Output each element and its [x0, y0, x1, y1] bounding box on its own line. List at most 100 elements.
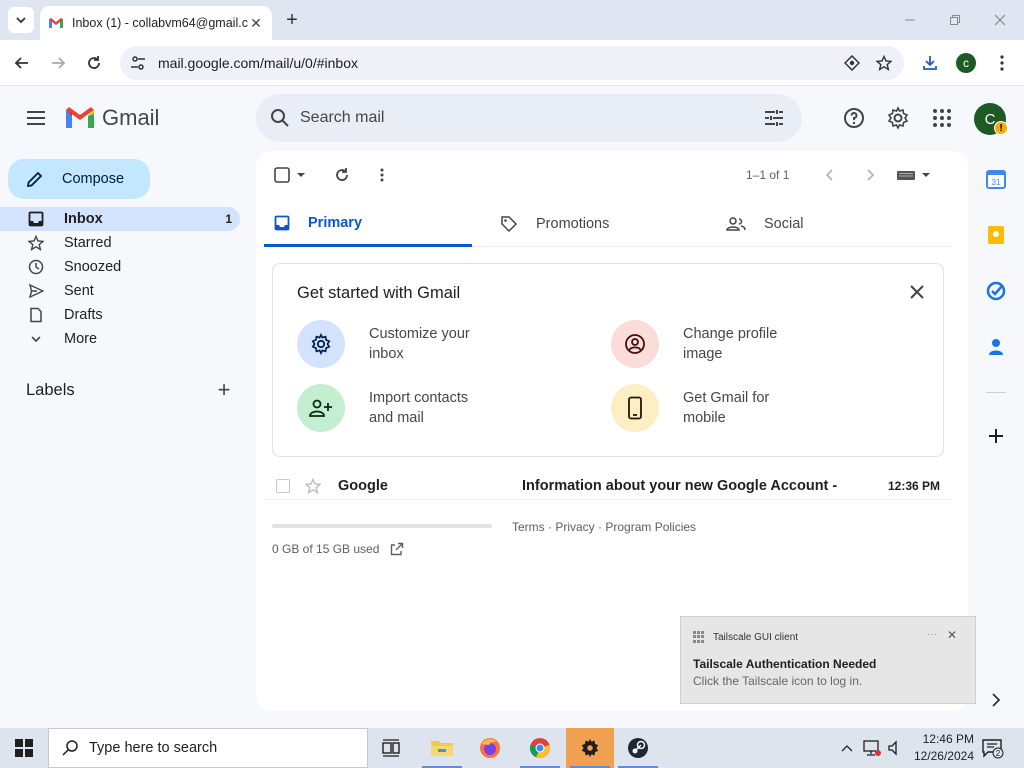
browser-toolbar: mail.google.com/mail/u/0/#inbox: [0, 40, 1024, 86]
chrome-app[interactable]: [516, 728, 564, 768]
input-tools-button[interactable]: [896, 165, 934, 185]
chevron-down-icon: [26, 329, 46, 349]
nav-item-sent[interactable]: Sent: [0, 279, 240, 303]
account-warning-badge: !: [994, 121, 1008, 135]
restore-button[interactable]: [943, 8, 967, 32]
chrome-profile-avatar[interactable]: c: [956, 53, 976, 73]
more-actions-button[interactable]: [372, 165, 392, 185]
tab-promotions[interactable]: Promotions: [490, 201, 698, 247]
settings-gear-icon[interactable]: [886, 106, 910, 130]
new-tab-button[interactable]: +: [282, 9, 302, 31]
change-profile-image-item[interactable]: Change profile image: [611, 320, 803, 368]
search-options-icon[interactable]: [762, 106, 786, 130]
nav-item-drafts[interactable]: Drafts: [0, 303, 240, 327]
taskbar-clock[interactable]: 12:46 PM 12/26/2024: [906, 731, 974, 765]
email-row[interactable]: Google Information about your new Google…: [264, 472, 952, 500]
gmail-mobile-item[interactable]: Get Gmail for mobile: [611, 384, 803, 432]
reload-icon: [88, 56, 100, 69]
show-hidden-icons-button[interactable]: [838, 728, 856, 768]
svg-text:31: 31: [992, 178, 1001, 187]
browser-tab-gmail[interactable]: Inbox (1) - collabvm64@gmail.com - Gmail…: [40, 6, 272, 40]
show-side-panel-button[interactable]: [986, 690, 1006, 710]
gmail-logo[interactable]: Gmail: [64, 105, 159, 131]
tag-icon: [501, 216, 518, 233]
taskbar-search-input[interactable]: [89, 740, 276, 756]
back-button[interactable]: [10, 51, 34, 75]
gs-label: Change profile image: [683, 326, 778, 362]
checkbox-dropdown-icon: [274, 167, 305, 183]
settings-app[interactable]: [566, 728, 614, 768]
select-all-checkbox[interactable]: [274, 165, 310, 185]
chrome-icon: [530, 738, 550, 759]
steam-icon: [628, 738, 648, 758]
nav-label: Snoozed: [64, 259, 122, 275]
translate-icon[interactable]: [840, 51, 864, 75]
import-contacts-item[interactable]: Import contacts and mail: [297, 384, 489, 432]
star-icon: [26, 233, 46, 253]
file-explorer-app[interactable]: [418, 728, 466, 768]
row-checkbox[interactable]: [276, 478, 290, 493]
address-bar[interactable]: mail.google.com/mail/u/0/#inbox: [120, 46, 904, 80]
newer-button[interactable]: [820, 165, 840, 185]
tailscale-notification[interactable]: Tailscale GUI client ··· ✕ Tailscale Aut…: [680, 616, 976, 704]
get-addons-button[interactable]: [984, 424, 1008, 448]
nav-item-more[interactable]: More: [0, 327, 240, 351]
keep-icon[interactable]: [984, 223, 1008, 247]
open-in-new-icon[interactable]: [389, 541, 405, 557]
storage-usage-text: 0 GB of 15 GB used: [272, 542, 380, 556]
main-menu-icon[interactable]: [24, 106, 48, 130]
reload-button[interactable]: [82, 51, 106, 75]
customize-inbox-item[interactable]: Customize your inbox: [297, 320, 489, 368]
firefox-app[interactable]: [466, 728, 514, 768]
tab-search-button[interactable]: [8, 7, 34, 33]
network-icon[interactable]: [860, 728, 884, 768]
account-circle-icon: [611, 320, 659, 368]
tab-social[interactable]: Social: [716, 201, 924, 247]
nav-label: Starred: [64, 235, 112, 251]
start-button[interactable]: [0, 728, 48, 768]
star-icon[interactable]: [304, 477, 322, 495]
program-policies-link[interactable]: Program Policies: [605, 520, 696, 534]
terms-link[interactable]: Terms: [512, 520, 545, 534]
search-icon[interactable]: [268, 106, 292, 130]
tab-primary[interactable]: Primary: [264, 201, 472, 247]
contacts-icon[interactable]: [984, 335, 1008, 359]
volume-icon[interactable]: [884, 728, 906, 768]
calendar-icon[interactable]: 31: [984, 167, 1008, 191]
tailscale-logo-icon: [693, 631, 705, 643]
refresh-button[interactable]: [332, 165, 352, 185]
site-info-icon[interactable]: [128, 55, 148, 71]
apps-grid-icon[interactable]: [930, 106, 954, 130]
gmail-header: Gmail C !: [0, 86, 1024, 150]
downloads-button[interactable]: [918, 51, 942, 75]
nav-item-snoozed[interactable]: Snoozed: [0, 255, 240, 279]
toast-close-icon[interactable]: ✕: [947, 628, 957, 642]
create-label-button[interactable]: +: [212, 377, 236, 402]
action-center-button[interactable]: 2: [980, 736, 1004, 760]
chrome-menu-button[interactable]: [990, 51, 1014, 75]
taskbar-search[interactable]: [48, 728, 368, 768]
search-bar[interactable]: [256, 94, 802, 142]
tasks-icon[interactable]: [984, 279, 1008, 303]
task-view-button[interactable]: [368, 728, 416, 768]
compose-button[interactable]: Compose: [8, 159, 150, 199]
older-button[interactable]: [860, 165, 880, 185]
nav-item-inbox[interactable]: Inbox 1: [0, 207, 240, 231]
toast-more-icon[interactable]: ···: [927, 629, 937, 640]
forward-button[interactable]: [46, 51, 70, 75]
footer-separator: ·: [594, 520, 606, 534]
privacy-link[interactable]: Privacy: [555, 520, 594, 534]
help-icon[interactable]: [842, 106, 866, 130]
nav-label: Inbox: [64, 211, 103, 227]
dismiss-card-button[interactable]: [905, 280, 929, 304]
tab-label: Primary: [308, 214, 363, 231]
search-input[interactable]: [300, 109, 762, 127]
nav-label: Drafts: [64, 307, 103, 323]
bookmark-star-icon[interactable]: [872, 51, 896, 75]
close-window-button[interactable]: [988, 8, 1012, 32]
tab-close-icon[interactable]: ✕: [248, 15, 264, 31]
nav-item-starred[interactable]: Starred: [0, 231, 240, 255]
steam-app[interactable]: [614, 728, 662, 768]
people-icon: [726, 217, 746, 231]
minimize-button[interactable]: [898, 8, 922, 32]
